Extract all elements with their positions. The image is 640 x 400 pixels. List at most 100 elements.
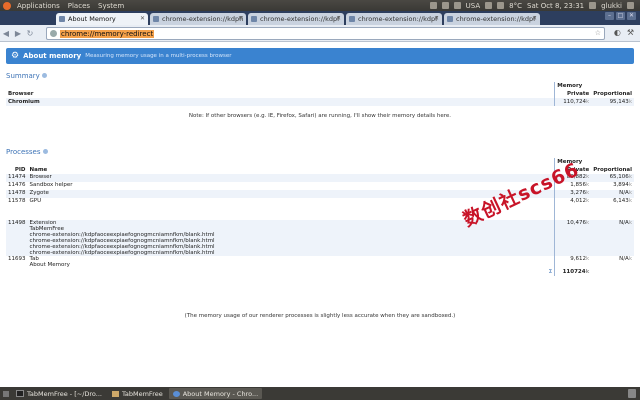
close-tab-icon[interactable]: ✕ [532,15,537,22]
folder-icon [111,390,119,397]
page-favicon-icon [349,16,355,22]
unit-label: k [586,256,590,262]
close-tab-icon[interactable]: ✕ [336,15,341,22]
private-value: 10,476 [566,220,587,226]
menu-applications[interactable]: Applications [13,2,64,10]
chromium-icon [172,390,180,397]
help-icon[interactable] [41,73,47,78]
private-value: 110,724 [563,99,587,105]
power-icon[interactable] [627,2,634,9]
close-tab-icon[interactable]: ✕ [238,15,243,22]
terminal-icon [16,390,24,397]
menu-places[interactable]: Places [64,2,94,10]
browser-name: Chromium [8,99,40,105]
page-info-icon[interactable] [50,30,57,37]
back-icon[interactable]: ◀ [0,29,12,38]
taskbar-item-terminal[interactable]: TabMemFree - [~/Dro... [12,388,106,399]
unit-label: k [585,269,590,275]
proportional-value: 3,894 [613,182,629,188]
show-desktop-icon[interactable] [3,390,9,397]
proportional-value: 65,106 [609,174,629,180]
unit-label: k [586,99,590,105]
about-memory-banner: ⚙ About memory Measuring memory usage in… [6,48,634,64]
banner-subtitle: Measuring memory usage in a multi-proces… [85,53,232,59]
trash-icon[interactable] [628,389,636,398]
tab-label: About Memory [68,15,116,23]
table-row: Chromium 110,724k 95,143k [6,98,634,106]
unit-label: k [628,190,632,196]
summary-title: Summary [6,72,40,80]
reload-icon[interactable]: ↻ [24,29,36,38]
taskbar-label: TabMemFree - [~/Dro... [27,389,102,398]
window-controls: – □ ✕ [605,12,636,20]
private-value: 3,276 [570,190,587,196]
table-row: 11498 Extension TabMemFree chrome-extension… [6,220,634,256]
unit-label: k [628,174,632,180]
volume-icon[interactable] [453,2,461,9]
forward-icon[interactable]: ▶ [12,29,24,38]
unit-label: k [586,198,590,204]
browser-column-header: Browser [8,91,34,97]
address-bar[interactable]: chrome://memory-redirect ☆ [46,27,605,40]
name-column-header: Name [29,167,48,173]
close-tab-icon[interactable]: ✕ [434,15,439,22]
process-name: Browser [29,174,52,180]
tab-extension-1[interactable]: chrome-extension://kdpfi ✕ [150,13,246,25]
maximize-icon[interactable]: □ [616,12,625,20]
mail-icon[interactable] [441,2,449,9]
menu-system[interactable]: System [94,2,128,10]
tab-extension-3[interactable]: chrome-extension://kdpf ✕ [346,13,442,25]
user-icon [589,2,597,9]
battery-icon[interactable] [485,2,493,9]
proportional-value: N/A [619,190,629,196]
tab-about-memory[interactable]: About Memory ✕ [56,13,148,25]
temperature[interactable]: 8°C [509,2,522,10]
proportional-value: N/A [619,256,629,262]
address-url[interactable]: chrome://memory-redirect [60,29,155,38]
pid-cell: 11476 [8,182,26,188]
tab-extension-4[interactable]: chrome-extension://kdpf ✕ [444,13,540,25]
extension-icon[interactable]: ◐ [614,28,621,37]
table-row: 11693 Tab About Memory 9,612k N/Ak [6,256,634,268]
clock[interactable]: Sat Oct 8, 23:31 [527,2,584,10]
processes-title: Processes [6,148,41,156]
taskbar-item-chromium[interactable]: About Memory - Chro... [168,388,263,399]
taskbar-item-folder[interactable]: TabMemFree [108,388,167,399]
help-icon[interactable] [42,149,48,154]
unit-label: k [586,182,590,188]
browser-toolbar: ◀ ▶ ↻ chrome://memory-redirect ☆ ◐ ⚒ [0,25,640,42]
page-favicon-icon [59,16,65,22]
private-value: 9,612 [570,256,587,262]
ubuntu-logo-icon[interactable] [3,1,11,10]
process-name: Sandbox helper [29,182,73,188]
private-column-header: Private [554,90,592,98]
tab-extension-2[interactable]: chrome-extension://kdpf ✕ [248,13,344,25]
unit-label: k [586,220,590,226]
unit-label: k [586,190,590,196]
unit-label: k [628,182,632,188]
unit-label: k [628,256,632,262]
pid-cell: 11498 [8,220,26,226]
taskbar-label: TabMemFree [121,389,163,398]
unit-label: k [586,174,590,180]
proportional-value: 6,143 [613,198,629,204]
pid-cell: 11578 [8,198,26,204]
close-window-icon[interactable]: ✕ [627,12,636,20]
panel-indicators: USA 8°C Sat Oct 8, 23:31 glukki [429,2,640,10]
minimize-icon[interactable]: – [605,12,614,20]
pid-cell: 11474 [8,174,26,180]
top-panel: Applications Places System USA 8°C Sat O… [0,0,640,11]
pid-cell: 11478 [8,190,26,196]
close-tab-icon[interactable]: ✕ [140,15,145,22]
bookmark-star-icon[interactable]: ☆ [595,29,601,37]
keyboard-layout[interactable]: USA [466,2,481,10]
tab-label: chrome-extension://kdpf [456,15,536,23]
pid-cell: 11693 [8,256,26,262]
network-icon[interactable] [429,2,437,9]
wrench-menu-icon[interactable]: ⚒ [627,28,634,37]
username[interactable]: glukki [601,2,622,10]
taskbar-label: About Memory - Chro... [182,389,259,398]
page-content: ⚙ About memory Measuring memory usage in… [0,42,640,387]
unit-label: k [628,220,632,226]
memory-header: Memory [554,82,634,90]
